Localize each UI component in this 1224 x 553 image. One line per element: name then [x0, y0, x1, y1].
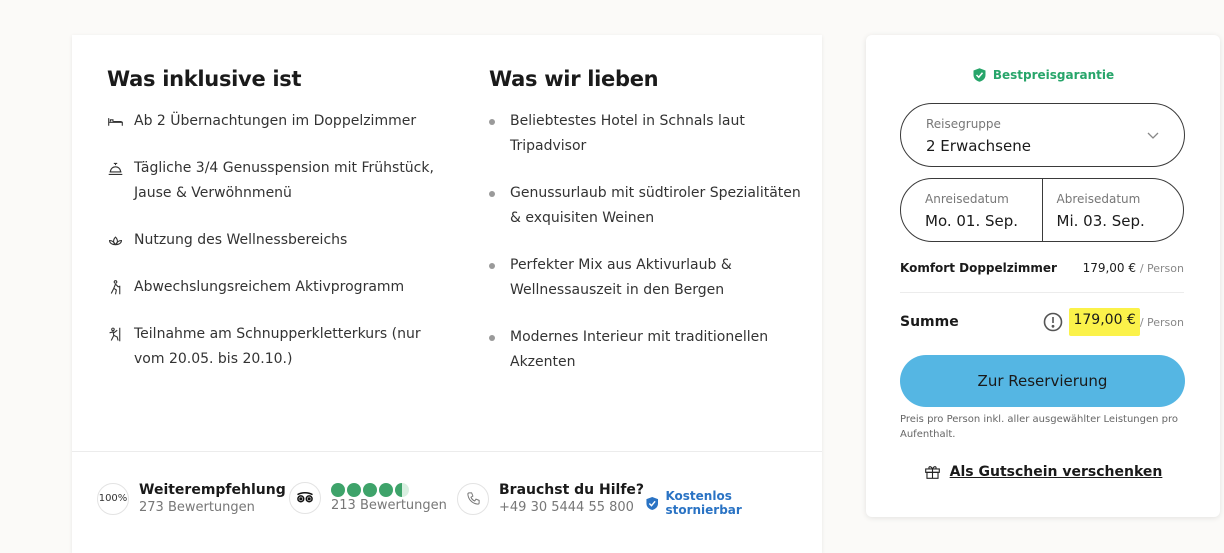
loved-text: Modernes Interieur mit traditionellen Ak…	[510, 329, 769, 370]
recommendation-title: Weiterempfehlung	[139, 482, 286, 498]
tripadvisor-count: 213 Bewertungen	[331, 498, 447, 513]
room-per-person: / Person	[1139, 262, 1184, 275]
info-exclamation-icon[interactable]	[1043, 312, 1063, 332]
included-text: Abwechslungsreichem Aktivprogramm	[134, 279, 405, 295]
included-column: Was inklusive ist Ab 2 Übernachtungen im…	[107, 67, 447, 394]
best-price-badge: Bestpreisgarantie	[866, 67, 1220, 83]
departure-date-label: Abreisedatum	[1056, 192, 1141, 206]
reserve-button[interactable]: Zur Reservierung	[900, 355, 1185, 407]
shield-check-icon	[973, 68, 986, 82]
rating-dot	[347, 482, 361, 497]
chevron-down-icon	[1147, 132, 1159, 139]
loved-item: Beliebtestes Hotel in Schnals laut Tripa…	[489, 109, 809, 159]
help-block[interactable]: Brauchst du Hilfe? +49 30 5444 55 800	[457, 481, 644, 516]
sum-per-person: / Person	[1139, 315, 1184, 329]
included-text: Tägliche 3/4 Genusspension mit Frühstück…	[134, 160, 434, 201]
price-note: Preis pro Person inkl. aller ausgewählte…	[900, 414, 1179, 440]
included-text: Nutzung des Wellnessbereichs	[134, 232, 348, 248]
recommendation-count: 273 Bewertungen	[139, 500, 255, 515]
sum-row: Summe 179,00 € / Person	[900, 308, 1184, 336]
included-item: Ab 2 Übernachtungen im Doppelzimmer	[107, 109, 447, 134]
loved-text: Perfekter Mix aus Aktivurlaub & Wellness…	[510, 257, 732, 298]
sum-price: 179,00 €	[1069, 308, 1140, 336]
rating-dot	[363, 482, 377, 497]
hiking-icon	[107, 275, 134, 300]
free-cancellation-badge: Kostenlos stornierbar	[645, 489, 807, 517]
travel-group-value: 2 Erwachsene	[926, 137, 1031, 155]
bullet-icon	[489, 181, 510, 206]
departure-date-field[interactable]: Abreisedatum Mi. 03. Sep.	[1041, 179, 1184, 241]
loved-item: Perfekter Mix aus Aktivurlaub & Wellness…	[489, 253, 809, 303]
tripadvisor-block[interactable]: 213 Bewertungen	[289, 481, 447, 514]
room-price-row: Komfort Doppelzimmer 179,00 € / Person	[900, 258, 1184, 278]
lotus-icon	[107, 228, 134, 253]
included-heading: Was inklusive ist	[107, 67, 302, 91]
included-text: Ab 2 Übernachtungen im Doppelzimmer	[134, 113, 417, 129]
recommendation-badge: 100%	[97, 482, 129, 515]
included-item: Teilnahme am Schnupperkletterkurs (nur v…	[107, 322, 447, 372]
travel-group-label: Reisegruppe	[926, 117, 1001, 131]
tripadvisor-icon	[289, 481, 321, 514]
bullet-icon	[489, 253, 510, 278]
rating-dot	[379, 482, 393, 497]
room-name: Komfort Doppelzimmer	[900, 261, 1057, 275]
room-price: 179,00 €	[1082, 261, 1136, 275]
help-phone[interactable]: +49 30 5444 55 800	[499, 499, 644, 516]
included-item: Tägliche 3/4 Genusspension mit Frühstück…	[107, 156, 447, 206]
loved-heading: Was wir lieben	[489, 67, 659, 91]
recommendation-block: 100% Weiterempfehlung 273 Bewertungen	[97, 481, 286, 516]
booking-card: Bestpreisgarantie Reisegruppe 2 Erwachse…	[866, 35, 1220, 517]
loved-item: Modernes Interieur mit traditionellen Ak…	[489, 325, 809, 375]
sum-label: Summe	[900, 314, 959, 330]
loved-text: Genussurlaub mit südtiroler Spezialitäte…	[510, 185, 801, 226]
travel-group-select[interactable]: Reisegruppe 2 Erwachsene	[900, 103, 1185, 167]
bullet-icon	[489, 325, 510, 350]
arrival-date-field[interactable]: Anreisedatum Mo. 01. Sep.	[901, 179, 1042, 241]
climbing-icon	[107, 322, 134, 347]
tripadvisor-rating	[331, 482, 447, 497]
bullet-icon	[489, 109, 510, 134]
loved-column: Was wir lieben Beliebtestes Hotel in Sch…	[489, 67, 809, 397]
help-title: Brauchst du Hilfe?	[499, 482, 645, 498]
package-details-card: Was inklusive ist Ab 2 Übernachtungen im…	[72, 35, 822, 553]
arrival-date-value: Mo. 01. Sep.	[925, 212, 1019, 230]
loved-item: Genussurlaub mit südtiroler Spezialitäte…	[489, 181, 809, 231]
rating-dot	[331, 482, 345, 497]
price-divider	[900, 292, 1184, 293]
gift-voucher-link[interactable]: Als Gutschein verschenken	[866, 463, 1220, 480]
phone-icon	[457, 482, 489, 515]
card-divider	[72, 451, 822, 452]
included-item: Nutzung des Wellnessbereichs	[107, 228, 447, 253]
trust-bar: 100% Weiterempfehlung 273 Bewertungen 21…	[97, 481, 807, 521]
free-cancellation-text: Kostenlos stornierbar	[665, 489, 742, 517]
included-text: Teilnahme am Schnupperkletterkurs (nur v…	[134, 326, 421, 367]
gift-icon	[924, 466, 940, 479]
loved-text: Beliebtestes Hotel in Schnals laut Tripa…	[510, 113, 745, 154]
gift-voucher-text: Als Gutschein verschenken	[949, 463, 1163, 480]
meal-icon	[107, 156, 134, 181]
included-item: Abwechslungsreichem Aktivprogramm	[107, 275, 447, 300]
shield-check-icon	[646, 496, 659, 510]
best-price-text: Bestpreisgarantie	[992, 68, 1115, 82]
rating-dot-half	[395, 482, 409, 497]
departure-date-value: Mi. 03. Sep.	[1056, 212, 1145, 230]
bed-icon	[107, 109, 134, 134]
arrival-date-label: Anreisedatum	[925, 192, 1009, 206]
date-picker: Anreisedatum Mo. 01. Sep. Abreisedatum M…	[900, 178, 1184, 242]
